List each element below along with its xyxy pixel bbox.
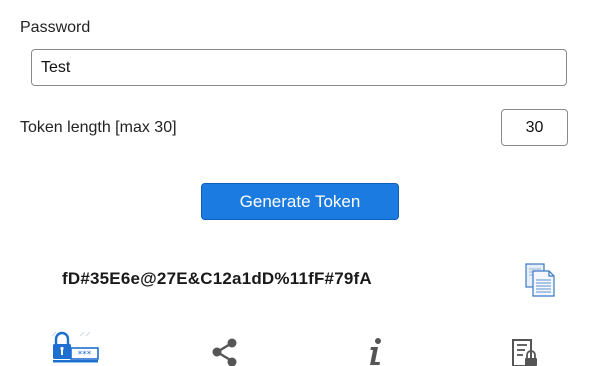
password-input[interactable]	[31, 49, 567, 86]
password-label: Password	[20, 19, 91, 36]
token-length-input[interactable]	[501, 109, 568, 146]
secure-document-icon[interactable]	[505, 330, 545, 366]
copy-icon[interactable]	[522, 262, 558, 298]
generate-token-button[interactable]: Generate Token	[201, 183, 399, 220]
generated-token: fD#35E6e@27E&C12a1dD%11fF#79fA	[62, 269, 372, 288]
token-generator-page: Password Token length [max 30] Generate …	[0, 0, 600, 366]
info-icon[interactable]	[362, 330, 390, 366]
password-lock-icon[interactable]: ***	[50, 330, 102, 366]
token-length-label: Token length [max 30]	[20, 119, 177, 136]
share-icon[interactable]	[208, 330, 242, 366]
svg-text:***: ***	[78, 350, 92, 360]
